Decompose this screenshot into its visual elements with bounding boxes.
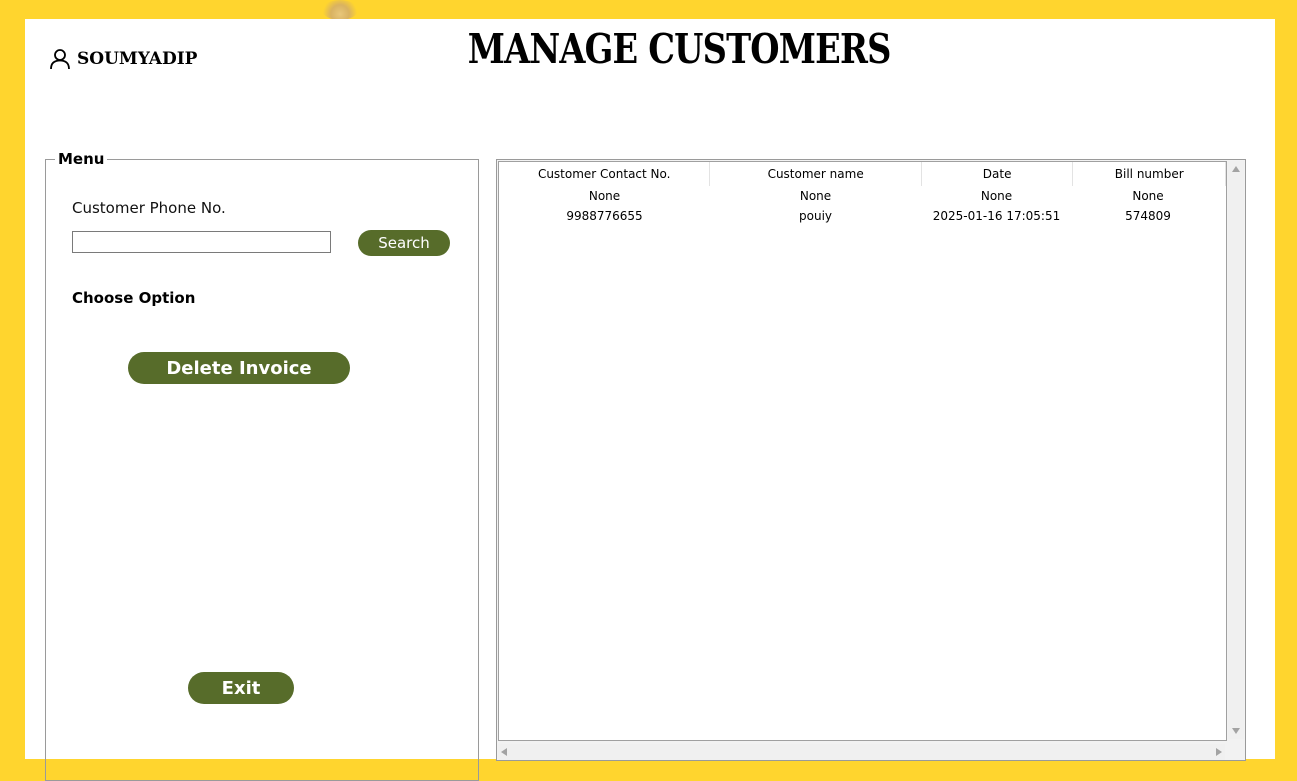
column-header-name[interactable]: Customer name [710,162,922,186]
table-row[interactable]: None None None None [499,186,1226,206]
scroll-left-icon[interactable] [501,748,507,756]
column-header-date[interactable]: Date [922,162,1074,186]
horizontal-scrollbar[interactable] [498,744,1225,760]
customer-table-frame: Customer Contact No. Customer name Date … [496,159,1246,761]
page-title: MANAGE CUSTOMERS [467,25,892,73]
exit-button[interactable]: Exit [188,672,294,704]
decorative-blob [322,0,358,20]
menu-groupbox: Menu Customer Phone No. Search Choose Op… [45,150,479,781]
cell-bill: 574809 [1125,209,1171,223]
cell-contact: 9988776655 [566,209,643,223]
cell-bill: None [1132,189,1164,203]
delete-invoice-button[interactable]: Delete Invoice [128,352,350,384]
column-header-contact[interactable]: Customer Contact No. [499,162,711,186]
phone-search-input[interactable] [72,231,331,253]
table-row[interactable]: 9988776655 pouiy 2025-01-16 17:05:51 574… [499,206,1226,226]
user-icon [50,49,70,70]
table-header: Customer Contact No. Customer name Date … [499,162,1226,186]
scroll-right-icon[interactable] [1216,748,1222,756]
scroll-up-icon[interactable] [1232,166,1240,172]
cell-date: None [980,189,1013,203]
choose-option-label: Choose Option [72,289,196,307]
phone-label: Customer Phone No. [72,199,226,217]
search-button[interactable]: Search [358,230,450,256]
cell-name: pouiy [799,209,832,223]
cell-date: 2025-01-16 17:05:51 [932,209,1061,223]
cell-name: None [799,189,832,203]
main-panel: SOUMYADIP MANAGE CUSTOMERS Menu Customer… [25,19,1275,781]
vertical-scrollbar[interactable] [1228,161,1244,739]
scroll-down-icon[interactable] [1232,728,1240,734]
customer-table[interactable]: Customer Contact No. Customer name Date … [498,161,1227,741]
column-header-bill[interactable]: Bill number [1073,162,1226,186]
menu-legend: Menu [55,150,108,168]
cell-contact: None [588,189,621,203]
